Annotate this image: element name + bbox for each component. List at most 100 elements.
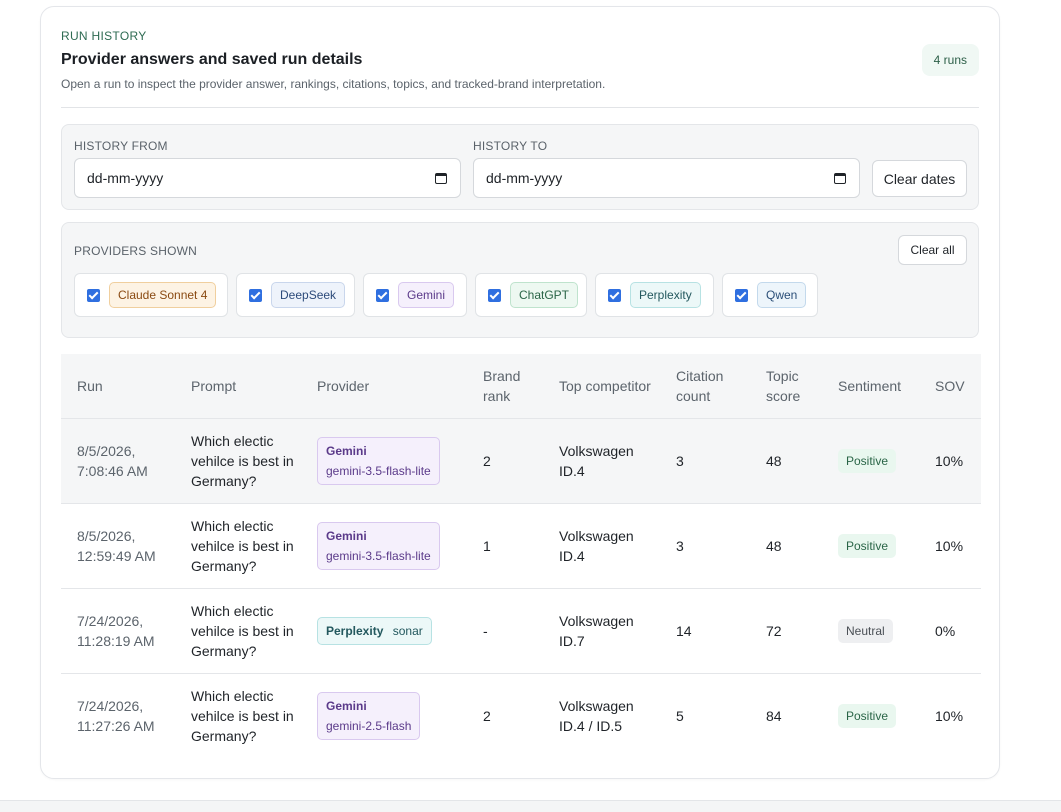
provider-model: gemini-3.5-flash-lite bbox=[326, 548, 431, 563]
sentiment-badge: Neutral bbox=[838, 618, 893, 643]
sentiment-cell: Positive bbox=[822, 673, 919, 758]
sentiment-badge: Positive bbox=[838, 448, 897, 473]
column-header-provider[interactable]: Provider bbox=[301, 354, 467, 419]
sov-cell: 10% bbox=[935, 707, 964, 724]
table-header-row: Run Prompt Provider Brand rank Top compe… bbox=[61, 354, 981, 419]
provider-checkbox[interactable] bbox=[735, 288, 748, 302]
brand-rank-cell: - bbox=[467, 588, 543, 674]
provider-cell: Gemini gemini-2.5-flash bbox=[301, 673, 467, 758]
column-header-run[interactable]: Run bbox=[61, 354, 175, 419]
prompt-cell: Which electic vehilce is best in Germany… bbox=[175, 418, 301, 504]
provider-tag: Gemini gemini-3.5-flash-lite bbox=[317, 436, 440, 485]
sentiment-badge: Positive bbox=[838, 533, 897, 558]
provider-chip-qwen[interactable]: Qwen bbox=[722, 273, 818, 317]
providers-filter-panel: PROVIDERS SHOWN Clear all Claude Sonnet … bbox=[61, 222, 979, 338]
column-header-citation-count[interactable]: Citation count bbox=[660, 354, 750, 419]
provider-pill: ChatGPT bbox=[510, 282, 579, 308]
prompt-cell: Which electic vehilce is best in Germany… bbox=[175, 588, 301, 674]
provider-pill: Qwen bbox=[757, 282, 807, 308]
provider-cell: Gemini gemini-3.5-flash-lite bbox=[301, 418, 467, 504]
provider-checkbox[interactable] bbox=[488, 288, 501, 302]
citation-count-cell: 3 bbox=[660, 418, 750, 504]
clear-dates-button[interactable]: Clear dates bbox=[872, 160, 967, 197]
sov-cell: 0% bbox=[919, 588, 981, 674]
history-to-label: HISTORY TO bbox=[473, 139, 548, 153]
provider-cell: Gemini gemini-3.5-flash-lite bbox=[301, 503, 467, 589]
provider-name: Gemini bbox=[326, 528, 367, 543]
run-timestamp: 8/5/2026, 12:59:49 AM bbox=[61, 503, 175, 589]
provider-checkbox[interactable] bbox=[249, 288, 262, 302]
column-header-sentiment[interactable]: Sentiment bbox=[822, 354, 919, 419]
provider-chip-chatgpt[interactable]: ChatGPT bbox=[475, 273, 587, 317]
top-competitor-cell: Volkswagen ID.4 bbox=[543, 418, 660, 504]
brand-rank-cell: 2 bbox=[467, 418, 543, 504]
provider-pill: Perplexity bbox=[630, 282, 701, 308]
sentiment-badge: Positive bbox=[838, 703, 897, 728]
citation-count-cell: 3 bbox=[660, 503, 750, 589]
provider-tag: Perplexity sonar bbox=[317, 616, 432, 645]
run-timestamp: 7/24/2026, 11:28:19 AM bbox=[61, 588, 175, 674]
topic-score-cell: 72 bbox=[750, 588, 822, 674]
prompt-cell: Which electic vehilce is best in Germany… bbox=[191, 687, 294, 744]
provider-chip-claude[interactable]: Claude Sonnet 4 bbox=[74, 273, 228, 317]
provider-checkbox[interactable] bbox=[608, 288, 621, 302]
column-header-topic-score[interactable]: Topic score bbox=[750, 354, 822, 419]
provider-name: Gemini bbox=[326, 698, 367, 713]
provider-pill: DeepSeek bbox=[271, 282, 346, 308]
provider-tag: Gemini gemini-2.5-flash bbox=[317, 691, 421, 740]
run-history-table-wrap: Run Prompt Provider Brand rank Top compe… bbox=[61, 354, 981, 758]
sov-cell: 10% bbox=[919, 503, 981, 589]
provider-model: gemini-3.5-flash-lite bbox=[326, 463, 431, 478]
runs-count-badge: 4 runs bbox=[921, 44, 979, 76]
citation-count-cell: 5 bbox=[676, 707, 684, 724]
citation-count-cell: 14 bbox=[660, 588, 750, 674]
header-divider bbox=[61, 107, 979, 108]
topic-score-cell: 48 bbox=[750, 503, 822, 589]
section-title: Provider answers and saved run details bbox=[61, 51, 363, 68]
providers-shown-label: PROVIDERS SHOWN bbox=[74, 244, 198, 258]
history-from-input[interactable]: dd-mm-yyyy bbox=[74, 158, 461, 198]
brand-rank-cell: 1 bbox=[467, 503, 543, 589]
provider-model: gemini-2.5-flash bbox=[326, 718, 412, 733]
section-subtitle: Open a run to inspect the provider answe… bbox=[61, 77, 606, 91]
section-eyebrow: RUN HISTORY bbox=[61, 29, 147, 43]
top-competitor-cell: Volkswagen ID.4 / ID.5 bbox=[559, 697, 634, 734]
provider-pill: Claude Sonnet 4 bbox=[109, 282, 217, 308]
run-history-table: Run Prompt Provider Brand rank Top compe… bbox=[61, 354, 981, 758]
prompt-cell: Which electic vehilce is best in Germany… bbox=[175, 503, 301, 589]
provider-chip-perplexity[interactable]: Perplexity bbox=[595, 273, 714, 317]
history-to-input[interactable]: dd-mm-yyyy bbox=[473, 158, 860, 198]
provider-model: sonar bbox=[392, 623, 423, 638]
sov-cell: 10% bbox=[919, 418, 981, 504]
history-from-label: HISTORY FROM bbox=[74, 139, 168, 153]
provider-name: Gemini bbox=[326, 443, 367, 458]
provider-checkbox[interactable] bbox=[376, 288, 389, 302]
topic-score-cell: 84 bbox=[766, 707, 782, 724]
provider-cell: Perplexity sonar bbox=[301, 588, 467, 674]
provider-checkbox[interactable] bbox=[87, 288, 100, 302]
history-to-value: dd-mm-yyyy bbox=[486, 170, 563, 186]
provider-chip-gemini[interactable]: Gemini bbox=[363, 273, 467, 317]
history-from-value: dd-mm-yyyy bbox=[87, 170, 164, 186]
provider-tag: Gemini gemini-3.5-flash-lite bbox=[317, 521, 440, 570]
table-row[interactable]: 8/5/2026, 7:08:46 AM Which electic vehil… bbox=[61, 418, 981, 504]
column-header-prompt[interactable]: Prompt bbox=[175, 354, 301, 419]
column-header-brand-rank[interactable]: Brand rank bbox=[467, 354, 543, 419]
clear-all-button[interactable]: Clear all bbox=[898, 235, 967, 265]
page-bottom-divider bbox=[0, 800, 1061, 801]
run-timestamp: 8/5/2026, 7:08:46 AM bbox=[61, 418, 175, 504]
column-header-sov[interactable]: SOV bbox=[919, 354, 981, 419]
top-competitor-cell: Volkswagen ID.4 bbox=[543, 503, 660, 589]
table-row[interactable]: 8/5/2026, 12:59:49 AM Which electic vehi… bbox=[61, 503, 981, 589]
run-timestamp: 7/24/2026, 11:27:26 AM bbox=[77, 697, 155, 734]
table-row[interactable]: 7/24/2026, 11:27:26 AM Which electic veh… bbox=[61, 673, 981, 758]
date-filter-panel: HISTORY FROM dd-mm-yyyy HISTORY TO dd-mm… bbox=[61, 124, 979, 210]
calendar-icon[interactable] bbox=[434, 171, 448, 185]
column-header-top-competitor[interactable]: Top competitor bbox=[543, 354, 660, 419]
run-history-card: RUN HISTORY Provider answers and saved r… bbox=[40, 6, 1000, 779]
sentiment-cell: Positive bbox=[822, 503, 919, 589]
sentiment-cell: Neutral bbox=[822, 588, 919, 674]
calendar-icon[interactable] bbox=[833, 171, 847, 185]
provider-chip-deepseek[interactable]: DeepSeek bbox=[236, 273, 355, 317]
table-row[interactable]: 7/24/2026, 11:28:19 AM Which electic veh… bbox=[61, 588, 981, 674]
